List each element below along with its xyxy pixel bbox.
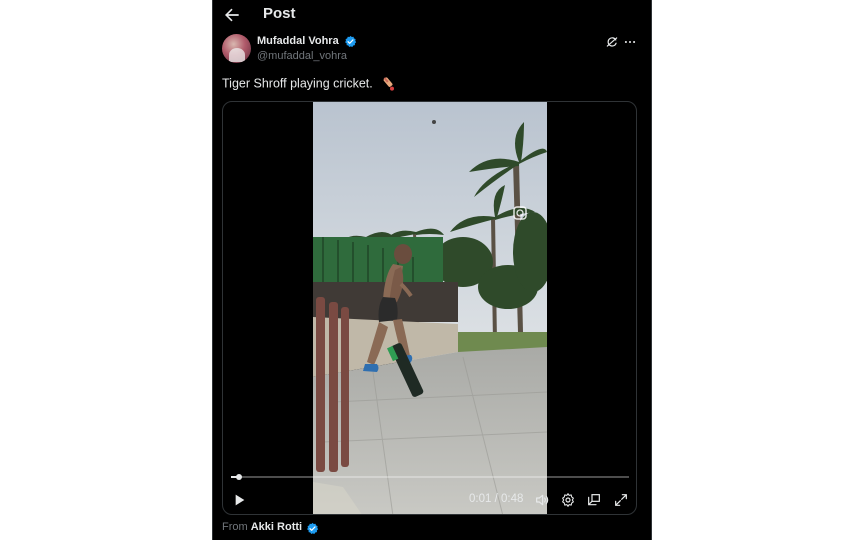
- play-icon[interactable]: [231, 492, 247, 508]
- fullscreen-icon[interactable]: [613, 492, 629, 508]
- pip-icon[interactable]: [586, 492, 602, 508]
- settings-icon[interactable]: [560, 492, 576, 508]
- video-progress-bar[interactable]: [231, 474, 629, 480]
- grok-icon[interactable]: [605, 35, 619, 49]
- source-name[interactable]: Akki Rotti: [251, 521, 302, 533]
- author-name[interactable]: Mufaddal Vohra: [257, 35, 339, 47]
- source-verified-badge-icon: [307, 522, 319, 534]
- video-frame[interactable]: [313, 102, 547, 515]
- video-time-separator: /: [494, 493, 498, 505]
- verified-badge-icon: [345, 35, 357, 47]
- volume-icon[interactable]: [534, 492, 550, 508]
- video-source: From Akki Rotti: [222, 521, 302, 533]
- video-current-time: 0:01: [469, 493, 492, 505]
- more-options-icon[interactable]: [623, 35, 637, 49]
- post-header: Post: [213, 0, 651, 30]
- video-progress-handle[interactable]: [236, 474, 243, 480]
- avatar[interactable]: [222, 34, 251, 63]
- video-time: 0:01 / 0:48: [469, 493, 523, 505]
- video-player[interactable]: 0:01 / 0:48: [222, 101, 637, 515]
- source-prefix: From: [222, 521, 248, 533]
- author-handle[interactable]: @mufaddal_vohra: [257, 50, 347, 62]
- post-body: Tiger Shroff playing cricket.: [222, 76, 373, 91]
- post-text: Tiger Shroff playing cricket.: [222, 76, 396, 92]
- video-duration: 0:48: [501, 493, 524, 505]
- post-panel: Post Mufaddal Vohra @mufaddal_vohra Tige…: [212, 0, 652, 540]
- back-arrow-icon[interactable]: [222, 5, 242, 25]
- page-title: Post: [263, 5, 296, 22]
- cricket-bat-icon: [383, 77, 395, 91]
